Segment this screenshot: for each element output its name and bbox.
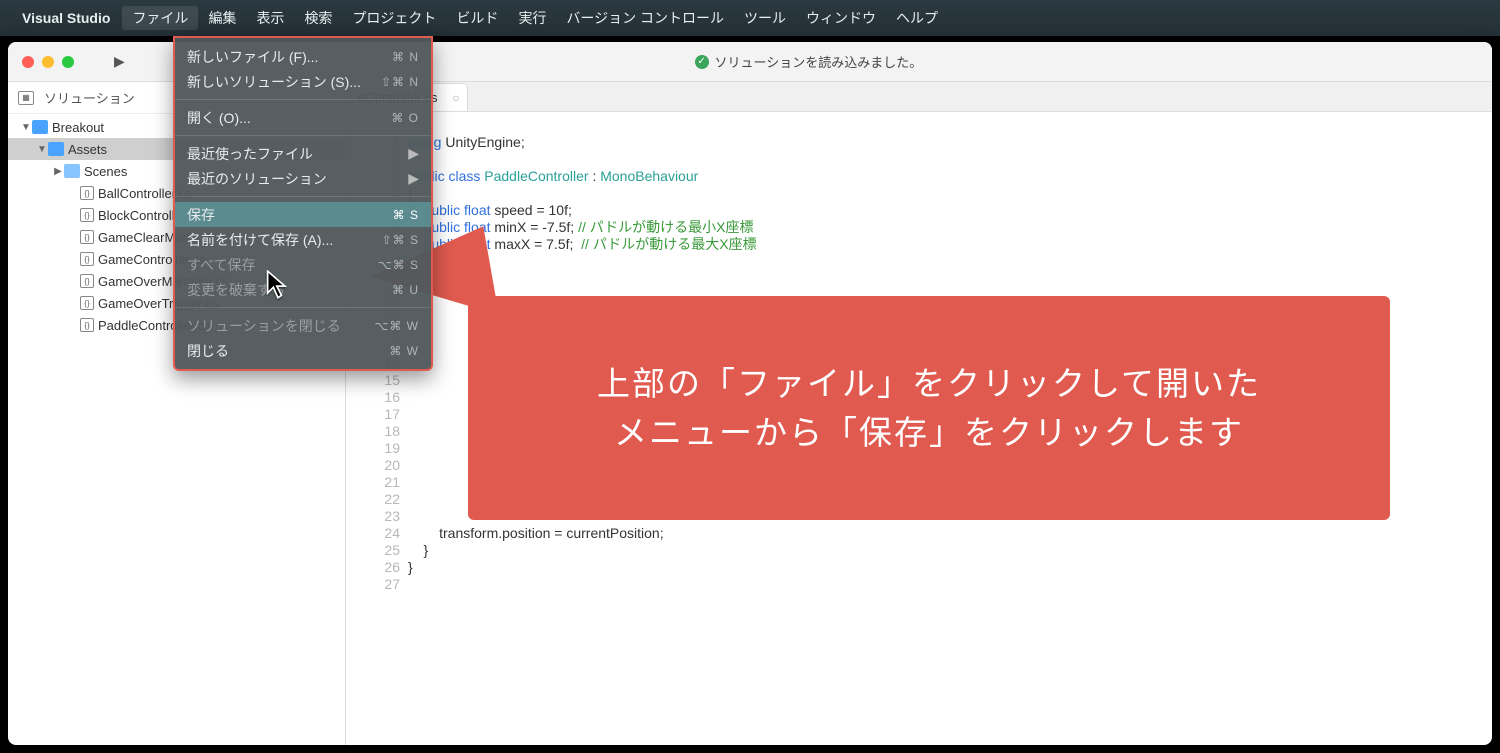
menu-new-file[interactable]: 新しいファイル (F)...⌘ N	[175, 44, 431, 69]
menu-ツール[interactable]: ツール	[734, 6, 796, 30]
app-name[interactable]: Visual Studio	[22, 10, 110, 26]
chevron-right-icon: ▶	[52, 166, 64, 177]
check-icon: ✓	[695, 55, 709, 69]
menu-プロジェクト[interactable]: プロジェクト	[342, 6, 446, 30]
menu-ファイル[interactable]: ファイル	[122, 6, 198, 30]
menu-バージョン コントロール[interactable]: バージョン コントロール	[556, 6, 734, 30]
csharp-file-icon: {}	[80, 296, 94, 310]
csharp-file-icon: {}	[80, 230, 94, 244]
tree-label: Breakout	[52, 120, 104, 135]
menu-検索[interactable]: 検索	[294, 6, 342, 30]
close-window-button[interactable]	[22, 56, 34, 68]
menu-編集[interactable]: 編集	[198, 6, 246, 30]
chevron-right-icon: ▶	[408, 145, 419, 162]
file-menu: 新しいファイル (F)...⌘ N 新しいソリューション (S)...⇧⌘ N …	[173, 36, 433, 371]
csharp-file-icon: {}	[80, 274, 94, 288]
csharp-file-icon: {}	[80, 186, 94, 200]
menu-recent-solutions[interactable]: 最近のソリューション▶	[175, 166, 431, 191]
menu-revert[interactable]: 変更を破棄する⌘ U	[175, 277, 431, 302]
chevron-down-icon: ▼	[20, 122, 32, 133]
folder-icon	[48, 142, 64, 156]
run-button[interactable]: ▶	[114, 53, 125, 70]
csharp-file-icon: {}	[80, 318, 94, 332]
csharp-file-icon: {}	[80, 208, 94, 222]
menu-save[interactable]: 保存⌘ S	[175, 202, 431, 227]
tree-label: Scenes	[84, 164, 127, 179]
window-controls	[22, 56, 74, 68]
menu-recent-files[interactable]: 最近使ったファイル▶	[175, 141, 431, 166]
callout-line: メニューから「保存」をクリックします	[614, 408, 1244, 458]
menu-save-as[interactable]: 名前を付けて保存 (A)...⇧⌘ S	[175, 227, 431, 252]
menu-表示[interactable]: 表示	[246, 6, 294, 30]
folder-icon	[64, 164, 80, 178]
menu-close[interactable]: 閉じる⌘ W	[175, 338, 431, 363]
menu-open[interactable]: 開く (O)...⌘ O	[175, 105, 431, 130]
menu-save-all[interactable]: すべて保存⌥⌘ S	[175, 252, 431, 277]
close-tab-icon[interactable]: ○	[452, 91, 459, 105]
editor-tabs: eController.cs ○	[346, 82, 1492, 112]
csharp-file-icon: {}	[80, 252, 94, 266]
callout-line: 上部の「ファイル」をクリックして開いた	[597, 359, 1261, 409]
menu-ヘルプ[interactable]: ヘルプ	[886, 6, 948, 30]
solution-icon: ▦	[18, 91, 34, 105]
mouse-cursor-icon	[266, 270, 290, 305]
sidebar-title: ソリューション	[44, 88, 135, 107]
minimize-window-button[interactable]	[42, 56, 54, 68]
project-icon	[32, 120, 48, 134]
annotation-callout: 上部の「ファイル」をクリックして開いた メニューから「保存」をクリックします	[468, 296, 1390, 520]
status-text: ソリューションを読み込みました。	[715, 52, 923, 71]
tree-label: Assets	[68, 142, 107, 157]
menu-ウィンドウ[interactable]: ウィンドウ	[796, 6, 886, 30]
chevron-down-icon: ▼	[36, 144, 48, 155]
menu-実行[interactable]: 実行	[508, 6, 556, 30]
menu-new-solution[interactable]: 新しいソリューション (S)...⇧⌘ N	[175, 69, 431, 94]
chevron-right-icon: ▶	[408, 170, 419, 187]
menu-ビルド[interactable]: ビルド	[446, 6, 508, 30]
macos-menubar: Visual Studio ファイル編集表示検索プロジェクトビルド実行バージョン…	[0, 0, 1500, 36]
menu-close-solution[interactable]: ソリューションを閉じる⌥⌘ W	[175, 313, 431, 338]
zoom-window-button[interactable]	[62, 56, 74, 68]
